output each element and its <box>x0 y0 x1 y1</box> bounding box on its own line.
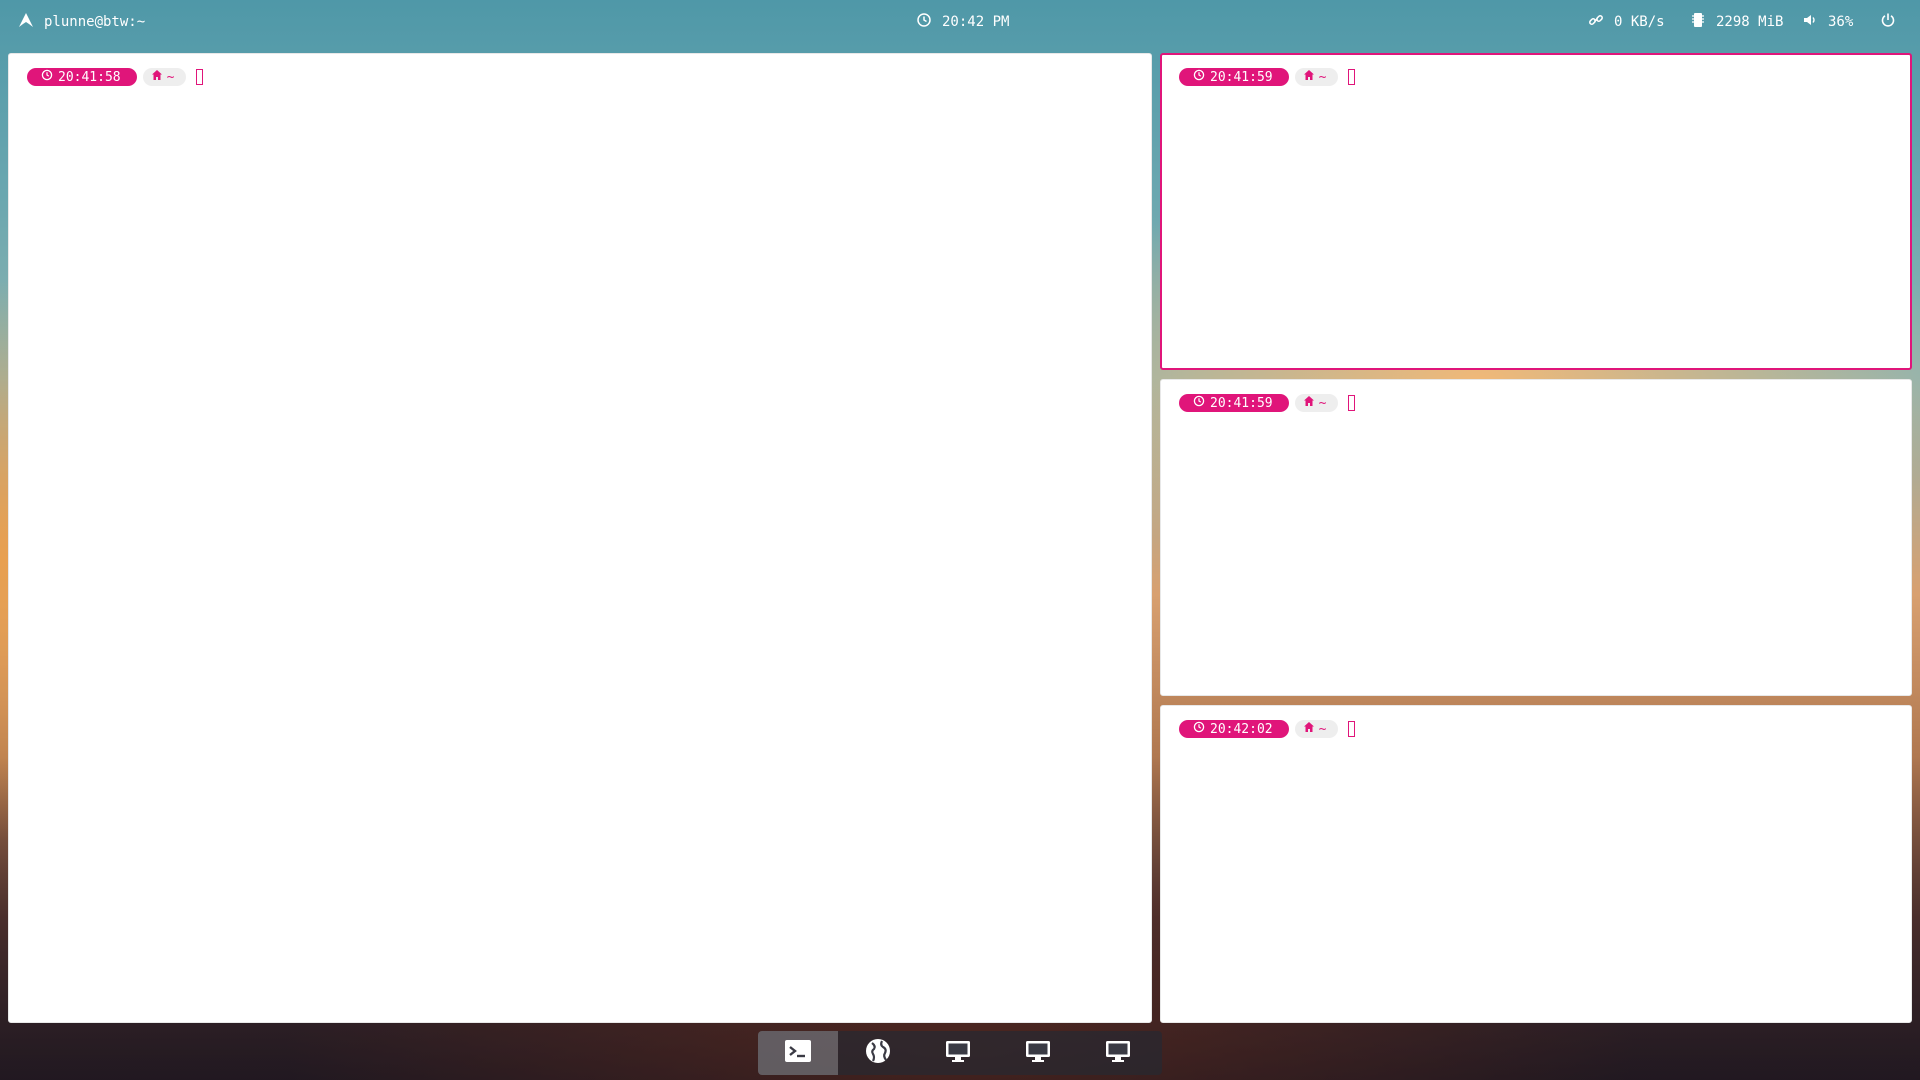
shell-prompt: 20:42:02 ~ <box>1179 720 1356 738</box>
prompt-time-badge: 20:42:02 <box>1179 720 1289 738</box>
terminal-icon <box>784 1037 812 1069</box>
network-widget[interactable]: 0 KB/s <box>1588 0 1665 44</box>
prompt-dir-badge: ~ <box>1294 394 1339 412</box>
volume-level: 36% <box>1828 14 1854 30</box>
home-icon <box>1303 69 1315 85</box>
shell-prompt: 20:41:59 ~ <box>1179 394 1356 412</box>
arch-logo-icon <box>18 12 34 32</box>
volume-icon <box>1802 12 1818 32</box>
home-icon <box>1303 395 1315 411</box>
prompt-dir: ~ <box>1318 395 1327 411</box>
text-cursor <box>1348 69 1356 85</box>
terminal-window[interactable]: 20:42:02 ~ <box>1160 705 1912 1023</box>
prompt-time: 20:42:02 <box>1210 721 1273 737</box>
clock-time: 20:42 PM <box>942 14 1010 30</box>
clock-icon <box>1193 721 1205 737</box>
clock-icon <box>916 12 932 32</box>
text-cursor <box>1348 721 1356 737</box>
dock-workspace-4-button[interactable] <box>998 1031 1078 1075</box>
clock-widget[interactable]: 20:42 PM <box>916 0 1009 44</box>
terminal-window[interactable]: 20:41:58 ~ <box>8 53 1152 1023</box>
prompt-dir: ~ <box>1318 721 1327 737</box>
power-button[interactable] <box>1880 0 1896 44</box>
dock-workspace-5-button[interactable] <box>1078 1031 1158 1075</box>
home-icon <box>151 69 163 85</box>
prompt-dir: ~ <box>166 69 175 85</box>
prompt-time: 20:41:59 <box>1210 395 1273 411</box>
text-cursor <box>1348 395 1356 411</box>
prompt-dir-badge: ~ <box>1294 68 1339 86</box>
volume-widget[interactable]: 36% <box>1802 0 1853 44</box>
dock-browser-button[interactable] <box>838 1031 918 1075</box>
memory-widget[interactable]: 2298 MiB <box>1690 0 1783 44</box>
workspace-title[interactable]: plunne@btw:~ <box>18 0 145 44</box>
prompt-time: 20:41:58 <box>58 69 121 85</box>
terminal-window-focused[interactable]: 20:41:59 ~ <box>1160 53 1912 370</box>
memory-icon <box>1690 12 1706 32</box>
top-bar: plunne@btw:~ 20:42 PM 0 KB/s 2298 MiB 36… <box>0 0 1920 44</box>
clock-icon <box>41 69 53 85</box>
prompt-dir: ~ <box>1318 69 1327 85</box>
power-icon <box>1880 12 1896 32</box>
user-host-label: plunne@btw:~ <box>44 14 146 30</box>
clock-icon <box>1193 69 1205 85</box>
clock-icon <box>1193 395 1205 411</box>
prompt-dir-badge: ~ <box>1294 720 1339 738</box>
shell-prompt: 20:41:59 ~ <box>1179 68 1356 86</box>
prompt-time: 20:41:59 <box>1210 69 1273 85</box>
dock-workspace-3-button[interactable] <box>918 1031 998 1075</box>
memory-usage: 2298 MiB <box>1716 14 1784 30</box>
link-icon <box>1588 12 1604 32</box>
monitor-icon <box>1024 1037 1052 1069</box>
prompt-dir-badge: ~ <box>142 68 187 86</box>
text-cursor <box>196 69 204 85</box>
prompt-time-badge: 20:41:59 <box>1179 68 1289 86</box>
home-icon <box>1303 721 1315 737</box>
monitor-icon <box>944 1037 972 1069</box>
globe-icon <box>864 1037 892 1069</box>
prompt-time-badge: 20:41:58 <box>27 68 137 86</box>
terminal-window[interactable]: 20:41:59 ~ <box>1160 379 1912 696</box>
workspace-dock <box>758 1031 1162 1075</box>
shell-prompt: 20:41:58 ~ <box>27 68 204 86</box>
monitor-icon <box>1104 1037 1132 1069</box>
network-speed: 0 KB/s <box>1614 14 1665 30</box>
prompt-time-badge: 20:41:59 <box>1179 394 1289 412</box>
dock-terminal-button[interactable] <box>758 1031 838 1075</box>
